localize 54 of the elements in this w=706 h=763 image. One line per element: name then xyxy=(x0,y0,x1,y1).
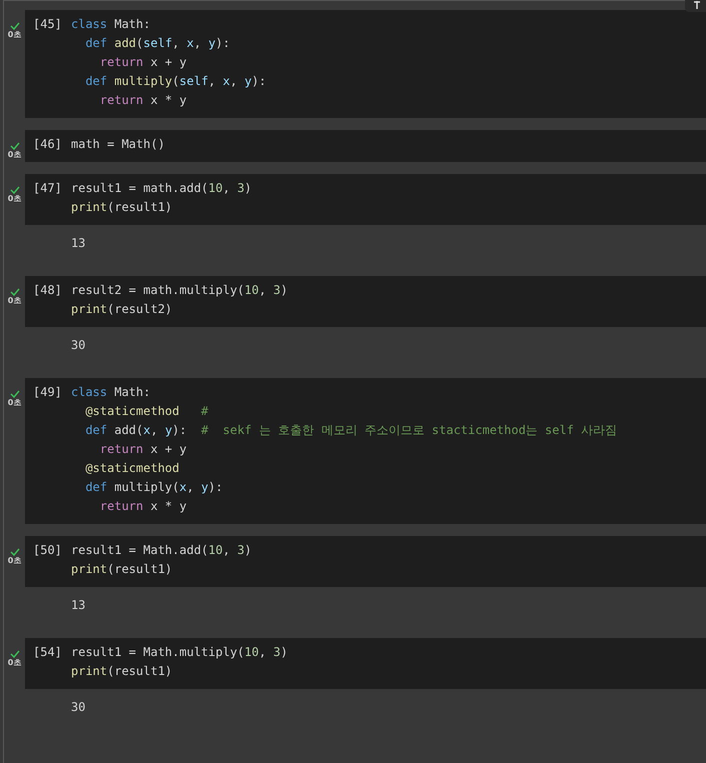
code-cell[interactable]: [49] class Math: @staticmethod # def add(x, y): # sekf 는 호출한 메모리 주소이므로 stacticmethod는 self 사라짐 return x + y @staticmethod def multiply(x, y): return x * y xyxy=(25,378,706,524)
code-line: print(result1) xyxy=(71,199,174,216)
run-time: 0초 xyxy=(8,150,22,160)
code-line: def multiply(self, x, y): xyxy=(84,73,266,90)
check-icon xyxy=(10,22,20,30)
code-line: math = Math() xyxy=(71,136,165,153)
check-icon xyxy=(10,142,20,150)
execution-count: [49] xyxy=(33,384,63,401)
execution-count: [54] xyxy=(33,644,63,661)
run-time: 0초 xyxy=(8,398,22,408)
code-line: @staticmethod xyxy=(84,460,180,477)
output-text: 13 xyxy=(71,598,86,612)
check-icon xyxy=(10,390,20,398)
code-line: print(result1) xyxy=(71,663,174,680)
code-cell[interactable]: [45] class Math: def add(self, x, y): return x + y def multiply(self, x, y): return x * y xyxy=(25,10,706,118)
code-line: print(result2) xyxy=(71,301,174,318)
execution-count: [48] xyxy=(33,282,63,299)
code-line: return x * y xyxy=(98,92,188,109)
execution-count: [47] xyxy=(33,180,63,197)
output-text: 30 xyxy=(71,338,86,352)
code-line: return x + y xyxy=(98,441,188,458)
code-cell[interactable]: [54] result1 = Math.multiply(10, 3) print(result1) xyxy=(25,638,706,689)
execution-count: [46] xyxy=(33,136,63,153)
code-line: result1 = math.add(10, 3) xyxy=(71,180,252,197)
run-time: 0초 xyxy=(8,658,22,668)
check-icon xyxy=(10,548,20,556)
code-cell[interactable]: [47] result1 = math.add(10, 3) print(result1) xyxy=(25,174,706,225)
code-line: def add(x, y): # sekf 는 호출한 메모리 주소이므로 stacticmethod는 self 사라짐 xyxy=(84,422,618,439)
scroll-top-button[interactable] xyxy=(685,0,706,12)
check-icon xyxy=(10,186,20,194)
code-line: def add(self, x, y): xyxy=(84,35,231,52)
check-icon xyxy=(10,650,20,658)
run-time: 0초 xyxy=(8,556,22,566)
code-cell[interactable]: [50] result1 = Math.add(10, 3) print(result1) xyxy=(25,536,706,587)
code-line: result1 = Math.multiply(10, 3) xyxy=(71,644,288,661)
output-text: 13 xyxy=(71,236,86,250)
check-icon xyxy=(10,288,20,296)
execution-count: [45] xyxy=(33,16,63,33)
output-text: 30 xyxy=(71,700,86,714)
code-line: @staticmethod # xyxy=(84,403,210,420)
code-line: return x * y xyxy=(98,498,188,515)
code-line: result1 = Math.add(10, 3) xyxy=(71,542,252,559)
run-time: 0초 xyxy=(8,194,22,204)
code-line: def multiply(x, y): xyxy=(84,479,224,496)
execution-count: [50] xyxy=(33,542,63,559)
run-time: 0초 xyxy=(8,296,22,306)
code-cell[interactable]: [46] math = Math() xyxy=(25,130,706,162)
code-line: class Math: xyxy=(71,16,152,33)
code-line: print(result1) xyxy=(71,561,174,578)
code-cell[interactable]: [48] result2 = math.multiply(10, 3) print(result2) xyxy=(25,276,706,327)
code-line: class Math: xyxy=(71,384,152,401)
run-time: 0초 xyxy=(8,30,22,40)
code-line: result2 = math.multiply(10, 3) xyxy=(71,282,288,299)
code-line: return x + y xyxy=(98,54,188,71)
